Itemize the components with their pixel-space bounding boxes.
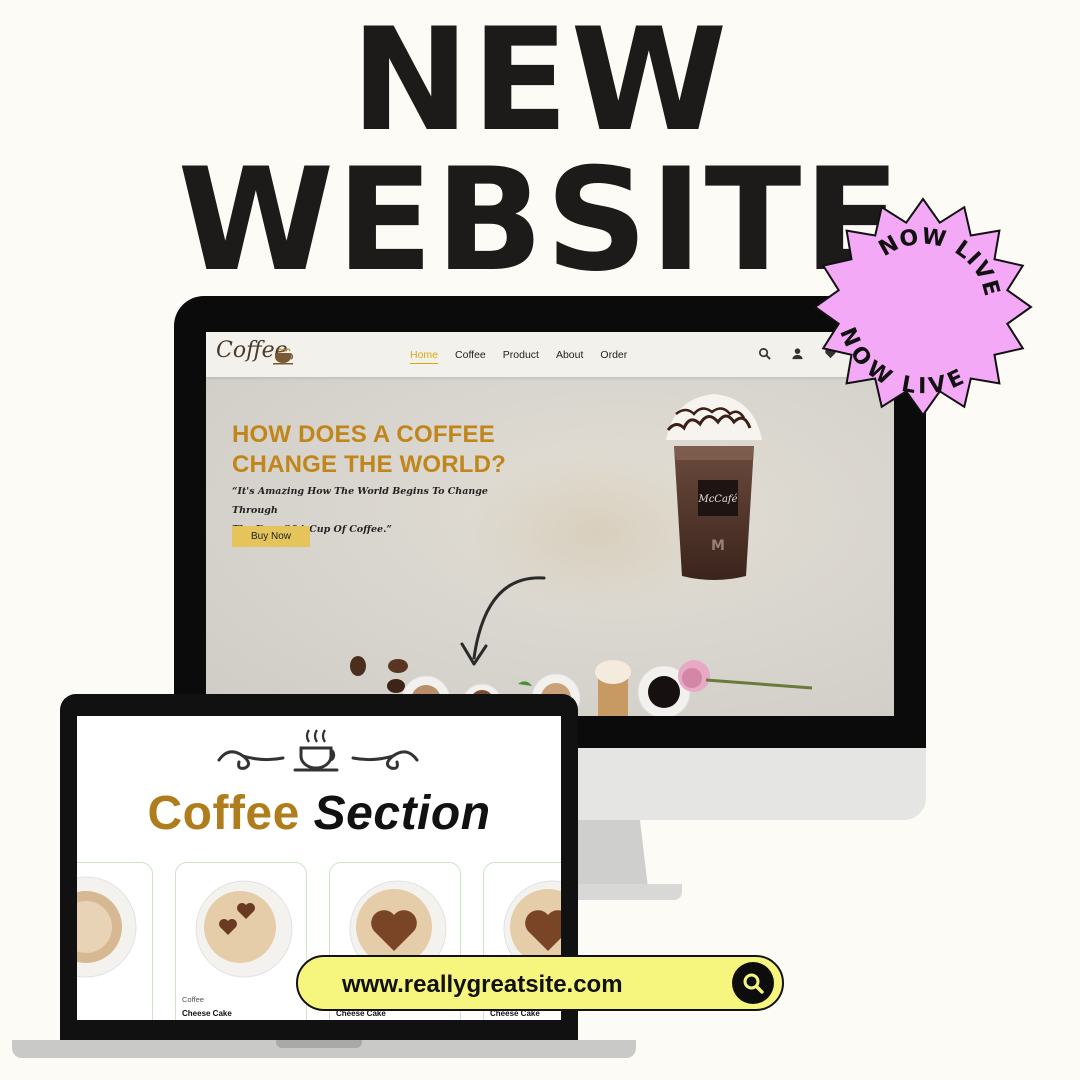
nav-about[interactable]: About [556, 349, 583, 364]
site-navbar: Coffee Home Coffee Product About Order [206, 332, 894, 377]
hero-title: HOW DOES A COFFEE CHANGE THE WORLD? [232, 420, 506, 480]
svg-text:M: M [711, 538, 725, 554]
website-url-bar[interactable]: www.reallygreatsite.com [296, 955, 784, 1011]
coffee-ornament-icon [217, 729, 419, 772]
coffee-cup-logo-icon [273, 348, 294, 365]
search-icon[interactable] [758, 347, 771, 360]
desktop-website-screen: Coffee Home Coffee Product About Order H… [206, 332, 894, 716]
nav-product[interactable]: Product [503, 349, 539, 364]
monitor-stand [568, 820, 648, 888]
buy-now-button[interactable]: Buy Now [232, 526, 310, 547]
cup-brand-label: McCafé [697, 494, 737, 505]
section-title-word-1: Coffee [147, 787, 300, 840]
headline-new: NEW [350, 0, 730, 163]
search-icon [743, 973, 764, 994]
nav-order[interactable]: Order [600, 349, 627, 364]
product-card[interactable] [77, 862, 153, 1020]
card-name: Cheese Cake [182, 1009, 232, 1018]
user-icon[interactable] [791, 347, 804, 360]
now-live-badge: NOW LIVE NOW LIVE [813, 197, 1033, 418]
section-title-word-2: Section [313, 787, 491, 840]
site-nav-links: Home Coffee Product About Order [410, 349, 627, 364]
nav-home[interactable]: Home [410, 349, 439, 364]
card-category: Coffee [182, 995, 204, 1004]
coffee-section-title: Coffee Section [77, 786, 561, 841]
product-card[interactable]: Coffee Cheese Cake [175, 862, 307, 1020]
nav-coffee[interactable]: Coffee [455, 349, 486, 364]
hero-title-line-2: CHANGE THE WORLD? [232, 451, 507, 478]
mccafe-frappe-image: McCafé M [666, 394, 762, 580]
url-search-button[interactable] [732, 962, 774, 1004]
website-url[interactable]: www.reallygreatsite.com [342, 971, 623, 999]
latte-cup-image [77, 876, 137, 978]
laptop-notch [276, 1040, 362, 1048]
hero-title-line-1: HOW DOES A COFFEE [232, 421, 495, 448]
hero-quote-line-1: “It's Amazing How The World Begins To Ch… [232, 486, 488, 516]
latte-art-hearts-image [195, 880, 293, 978]
